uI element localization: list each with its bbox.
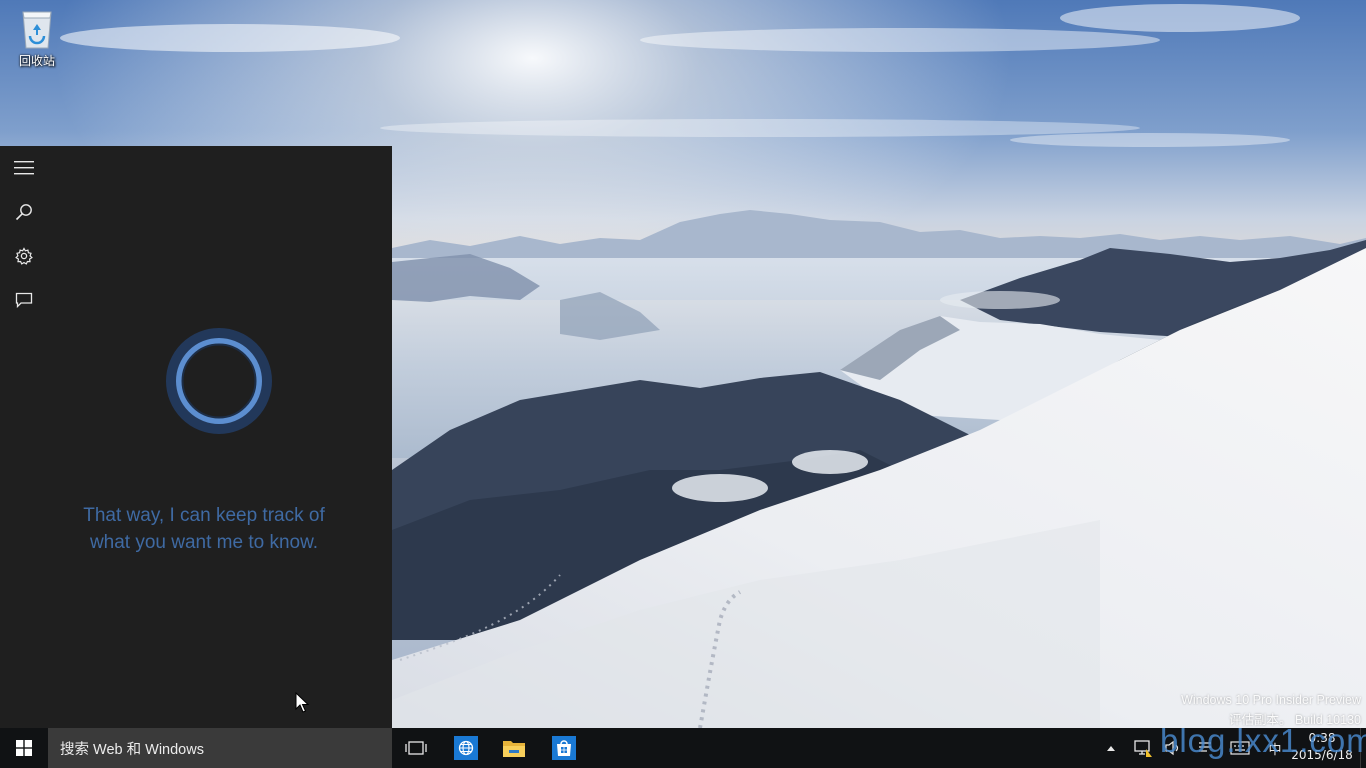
store-button[interactable] [540, 728, 588, 768]
start-button[interactable] [0, 728, 48, 768]
recycle-bin-label: 回收站 [18, 54, 55, 68]
task-view-button[interactable] [392, 728, 440, 768]
file-explorer-button[interactable] [490, 728, 538, 768]
recycle-bin-shortcut[interactable]: 回收站 [8, 6, 66, 69]
cortana-message-line1: That way, I can keep track of [83, 505, 325, 526]
task-view-icon [405, 741, 427, 755]
feedback-icon [15, 292, 33, 308]
search-placeholder-text: 搜索 Web 和 Windows [60, 741, 204, 758]
chevron-up-icon [1107, 746, 1115, 751]
file-explorer-icon [503, 741, 525, 757]
network-icon [1134, 740, 1152, 757]
search-web-and-windows-box[interactable]: 搜索 Web 和 Windows [48, 728, 392, 768]
hamburger-menu-icon [14, 161, 34, 175]
feedback-nav-button[interactable] [4, 282, 44, 318]
cortana-message-line2: what you want me to know. [89, 532, 319, 553]
cortana-message: That way, I can keep track of what you w… [24, 502, 384, 556]
internet-explorer-icon [454, 736, 478, 760]
show-hidden-icons-button[interactable] [1100, 728, 1122, 768]
network-tray-button[interactable] [1130, 728, 1156, 768]
search-nav-button[interactable] [4, 194, 44, 230]
gear-icon [15, 247, 33, 265]
mouse-cursor-icon [295, 692, 309, 713]
search-icon [15, 204, 32, 221]
store-icon [552, 736, 576, 760]
cortana-panel: That way, I can keep track of what you w… [0, 146, 392, 728]
watermark-edition: Windows 10 Pro Insider Preview [1181, 693, 1361, 707]
recycle-bin-icon [22, 11, 52, 49]
cortana-ring [164, 326, 274, 436]
settings-nav-button[interactable] [4, 238, 44, 274]
blog-watermark: blog.lxx1.com [1160, 722, 1366, 759]
hamburger-menu-button[interactable] [4, 150, 44, 186]
cortana-icon [166, 328, 272, 434]
internet-explorer-button[interactable] [442, 728, 490, 768]
windows-logo-icon [16, 740, 32, 756]
